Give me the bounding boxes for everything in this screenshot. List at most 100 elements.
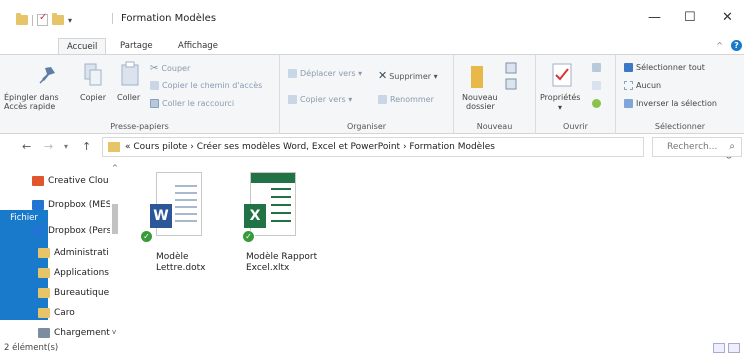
scroll-up-arrow-icon[interactable]: ^ [112,164,118,172]
folder-icon [38,307,50,318]
file-item-word[interactable]: W ✓ Modèle Lettre.dotx [140,172,240,282]
copy-to-label: Copier vers [300,95,346,104]
edit-icon[interactable] [592,81,601,90]
nav-item-caro[interactable]: Caro [38,304,110,322]
tab-partage[interactable]: Partage [112,38,161,54]
up-arrow-icon[interactable]: ↑ [82,140,91,153]
delete-label: Supprimer [389,72,432,81]
paste-shortcut-button[interactable]: Coller le raccourci [150,99,234,108]
folder-icon [38,287,50,298]
move-to-button[interactable]: Déplacer vers ▾ [288,69,362,78]
dropbox-icon [32,225,44,236]
close-button[interactable]: ✕ [722,10,733,25]
new-folder-quick-icon[interactable] [52,13,64,25]
nav-item-label: Applications [54,268,109,278]
copy-icon [84,63,102,86]
sync-check-icon: ✓ [140,230,153,243]
cut-button[interactable]: ✂ Couper [150,63,190,74]
maximize-button[interactable]: ☐ [684,10,696,25]
breadcrumb-overflow[interactable]: « [125,142,131,152]
group-organiser: Déplacer vers ▾ Copier vers ▾ ✕ Supprimer… [280,55,454,134]
creative-cloud-icon [32,175,44,186]
nav-item-dropbox-mes[interactable]: Dropbox (MES [32,196,110,214]
rename-label: Renommer [390,95,434,104]
rename-button[interactable]: Renommer [378,95,434,104]
status-bar: 2 élément(s) [0,342,744,354]
invert-selection-button[interactable]: Inverser la sélection [624,99,717,108]
search-icon[interactable]: ⌕ [729,141,735,152]
window-title: Formation Modèles [112,13,216,24]
paste-button[interactable]: Coller [117,93,140,102]
customize-toolbar-arrow-icon[interactable]: ▾ [68,16,72,25]
new-folder-button-2[interactable]: dossier [466,102,495,111]
nav-item-label: Chargement [54,328,110,338]
back-arrow-icon[interactable]: ← [22,140,31,153]
scissors-icon: ✂ [150,63,159,74]
forward-arrow-icon[interactable]: → [44,140,53,153]
select-all-button[interactable]: Sélectionner tout [624,63,705,72]
cut-label: Couper [161,64,191,73]
scroll-down-arrow-icon[interactable]: v [112,328,116,336]
pin-quick-access-label[interactable]: Épingler dans [4,93,59,102]
breadcrumb[interactable]: « Cours pilote › Créer ses modèles Word,… [125,142,495,152]
new-item-icon [505,62,517,90]
tab-accueil[interactable]: Accueil [58,38,107,55]
properties-dropdown-arrow-icon[interactable]: ▾ [558,103,562,112]
history-icon[interactable] [592,99,601,108]
ribbon: Épingler dans Accès rapide Copier Coller… [0,54,744,134]
invert-selection-label: Inverser la sélection [636,99,717,108]
copy-path-button[interactable]: Copier le chemin d'accès [150,81,262,90]
nav-item-dropbox-pers[interactable]: Dropbox (Pers [32,222,110,240]
pin-quick-access-label-2[interactable]: Accès rapide [4,102,55,111]
excel-badge: X [244,204,266,228]
select-none-button[interactable]: Aucun [624,81,661,90]
details-view-icon[interactable] [713,343,725,353]
group-label-nouveau: Nouveau [476,122,513,131]
rename-icon [378,95,387,104]
large-icons-view-icon[interactable] [728,343,740,353]
paste-shortcut-label: Coller le raccourci [162,99,235,108]
group-selectionner: Sélectionner tout Aucun Inverser la séle… [616,55,744,134]
group-label-presse-papiers: Presse-papiers [110,122,169,131]
copy-to-button[interactable]: Copier vers ▾ [288,95,352,104]
search-box[interactable]: Recherch... ⌕ [652,137,742,157]
downloads-folder-icon [38,327,50,338]
delete-icon: ✕ [378,69,388,82]
nav-item-administrati[interactable]: Administrati [38,244,110,262]
pin-icon [39,67,55,84]
breadcrumb-path[interactable]: Cours pilote › Créer ses modèles Word, E… [133,142,495,152]
select-none-icon [624,81,633,90]
nav-item-chargement[interactable]: Chargement [38,324,110,342]
nav-scrollbar[interactable]: ^ v [110,164,120,342]
word-badge: W [150,204,172,228]
new-folder-button[interactable]: Nouveau [462,93,498,102]
properties-quick-icon[interactable] [37,12,48,26]
select-none-label: Aucun [636,81,662,90]
minimize-button[interactable]: — [648,10,661,25]
address-bar[interactable]: « Cours pilote › Créer ses modèles Word,… [102,137,733,162]
nav-item-label: Administrati [54,248,109,258]
file-item-excel[interactable]: X ✓ Modèle Rapport Excel.xltx [240,172,340,282]
copy-button[interactable]: Copier [80,93,106,102]
navigation-pane: Creative Clou Dropbox (MES Dropbox (Pers… [0,164,124,342]
nav-item-applications[interactable]: Applications [38,264,110,282]
file-name-line-2: Excel.xltx [246,263,290,273]
recent-locations-chevron-icon[interactable]: ▾ [64,142,68,151]
paste-icon [121,61,139,86]
sync-check-icon: ✓ [242,230,255,243]
file-name-line-1: Modèle Rapport [246,252,318,262]
scroll-thumb[interactable] [112,204,118,234]
collapse-ribbon-icon[interactable]: ^ [716,41,723,50]
address-row: ← → ▾ ↑ « Cours pilote › Créer ses modèl… [0,136,744,162]
search-input[interactable]: Recherch... [667,142,717,152]
open-icon[interactable] [592,63,601,72]
nav-item-bureautique[interactable]: Bureautique [38,284,110,302]
select-all-icon [624,63,633,72]
nav-item-creative-cloud[interactable]: Creative Clou [32,172,110,190]
copy-to-icon [288,95,297,104]
delete-button[interactable]: ✕ Supprimer ▾ [378,69,438,82]
help-icon[interactable]: ? [731,40,742,51]
tab-affichage[interactable]: Affichage [170,38,226,54]
properties-button[interactable]: Propriétés [540,93,580,102]
folder-icon [38,247,50,258]
